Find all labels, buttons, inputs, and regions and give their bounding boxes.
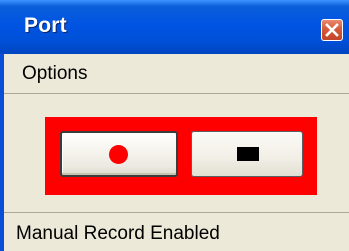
menu-bar: Options (4, 54, 349, 94)
recording-control-panel (45, 117, 317, 195)
record-dot-icon (109, 145, 128, 164)
status-text: Manual Record Enabled (16, 223, 220, 244)
close-icon (325, 23, 339, 37)
stop-square-icon (237, 147, 259, 161)
menu-options[interactable]: Options (20, 63, 89, 85)
stop-button[interactable] (191, 131, 303, 177)
window-title: Port (24, 14, 67, 37)
title-bar[interactable]: Port (0, 0, 349, 54)
close-button[interactable] (321, 19, 343, 41)
status-bar: Manual Record Enabled (4, 212, 349, 251)
port-window: Port Options Manual Record Enabled (0, 0, 349, 251)
record-button[interactable] (60, 131, 178, 177)
